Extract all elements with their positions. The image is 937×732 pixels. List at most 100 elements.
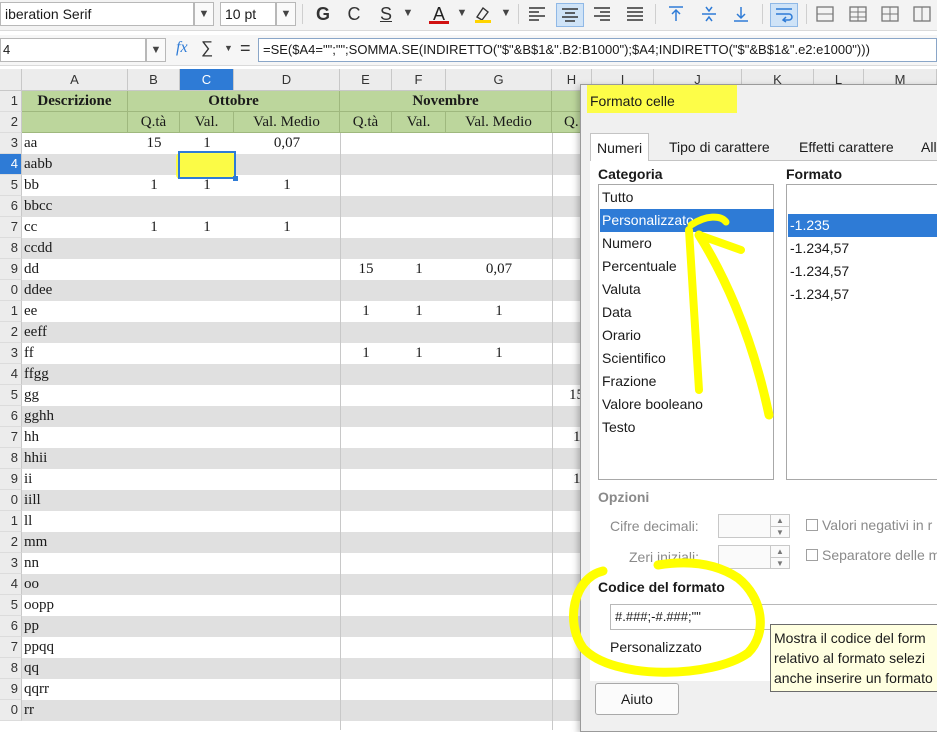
cell-c5[interactable]: 1	[180, 175, 234, 196]
tab-allineamento[interactable]: All	[915, 133, 937, 161]
row-header[interactable]: 1	[0, 301, 22, 322]
separatore-checkbox[interactable]	[806, 549, 818, 561]
font-color-dropdown[interactable]: ▼	[452, 2, 472, 26]
select-all-corner[interactable]	[0, 69, 22, 91]
format-item[interactable]: -1.235	[788, 214, 937, 237]
tab-tipo-carattere[interactable]: Tipo di carattere	[663, 133, 776, 161]
row-header[interactable]: 9	[0, 679, 22, 700]
row-header[interactable]: 7	[0, 637, 22, 658]
row-header[interactable]: 3	[0, 553, 22, 574]
sum-dropdown[interactable]: ▼	[224, 43, 233, 53]
row-header[interactable]: 8	[0, 448, 22, 469]
font-name-combo[interactable]: iberation Serif	[0, 2, 194, 26]
cell-f13[interactable]: 1	[392, 343, 446, 364]
column-header-e[interactable]: E	[340, 69, 392, 91]
align-middle-icon[interactable]	[699, 5, 719, 23]
name-box[interactable]: 4	[0, 38, 146, 62]
cell-description[interactable]: bb	[24, 175, 39, 196]
row-header[interactable]: 6	[0, 406, 22, 427]
name-box-dropdown[interactable]: ▼	[146, 38, 166, 62]
cell-description[interactable]: qqrr	[24, 679, 49, 700]
row-header[interactable]: 7	[0, 427, 22, 448]
row-header[interactable]: 7	[0, 217, 22, 238]
cell-e9[interactable]: 15	[340, 259, 392, 280]
header-qta-novembre[interactable]: Q.tà	[340, 112, 392, 133]
cell-description[interactable]: gg	[24, 385, 39, 406]
format-item[interactable]: -1.234,57	[788, 260, 937, 283]
font-name-dropdown[interactable]: ▼	[194, 2, 214, 26]
row-header[interactable]: 2	[0, 322, 22, 343]
cell-description[interactable]: qq	[24, 658, 39, 679]
cell-description[interactable]: ffgg	[24, 364, 49, 385]
header-ottobre[interactable]: Ottobre	[128, 91, 340, 112]
column-header-d[interactable]: D	[234, 69, 340, 91]
cell-description[interactable]: ii	[24, 469, 32, 490]
italic-button[interactable]: C	[342, 3, 366, 25]
cell-g11[interactable]: 1	[446, 301, 552, 322]
cell-description[interactable]: bbcc	[24, 196, 52, 217]
table-icon[interactable]	[848, 5, 868, 23]
cell-description[interactable]: hh	[24, 427, 39, 448]
help-button[interactable]: Aiuto	[595, 683, 679, 715]
row-header[interactable]: 8	[0, 238, 22, 259]
row-header[interactable]: 4	[0, 154, 22, 175]
bold-button[interactable]: G	[311, 3, 335, 25]
row-header[interactable]: 0	[0, 490, 22, 511]
tab-effetti-carattere[interactable]: Effetti carattere	[793, 133, 900, 161]
cell-description[interactable]: pp	[24, 616, 39, 637]
category-item[interactable]: Tutto	[600, 186, 774, 209]
row-header[interactable]: 5	[0, 385, 22, 406]
row-header[interactable]: 6	[0, 196, 22, 217]
cell-description[interactable]: eeff	[24, 322, 47, 343]
font-size-combo[interactable]: 10 pt	[220, 2, 276, 26]
formula-input[interactable]: =SE($A4="";"";SOMMA.SE(INDIRETTO("$"&B$1…	[258, 38, 937, 62]
spin-up-icon[interactable]: ▲	[770, 515, 789, 526]
cell-b5[interactable]: 1	[128, 175, 180, 196]
justify-icon[interactable]	[625, 5, 645, 23]
wrap-text-button[interactable]	[770, 3, 798, 27]
cell-c7[interactable]: 1	[180, 217, 234, 238]
cell-description[interactable]: mm	[24, 532, 47, 553]
column-header-g[interactable]: G	[446, 69, 552, 91]
row-header[interactable]: 6	[0, 616, 22, 637]
cell-description[interactable]: aabb	[24, 154, 52, 175]
row-header[interactable]: 1	[0, 91, 22, 112]
cell-description[interactable]: dd	[24, 259, 39, 280]
row-header[interactable]: 2	[0, 112, 22, 133]
cell-description[interactable]: ppqq	[24, 637, 54, 658]
row-header[interactable]: 9	[0, 259, 22, 280]
cell-description[interactable]: gghh	[24, 406, 54, 427]
row-header[interactable]: 0	[0, 700, 22, 721]
cell-description[interactable]: ll	[24, 511, 32, 532]
merge-cells-icon[interactable]	[815, 5, 835, 23]
function-wizard-button[interactable]: fx	[176, 39, 188, 57]
highlight-icon[interactable]	[473, 5, 493, 23]
cell-d7[interactable]: 1	[234, 217, 340, 238]
cell-b7[interactable]: 1	[128, 217, 180, 238]
cell-description[interactable]: rr	[24, 700, 34, 721]
header-val-ottobre[interactable]: Val.	[180, 112, 234, 133]
borders-icon[interactable]	[880, 5, 900, 23]
row-header[interactable]: 8	[0, 658, 22, 679]
row-header[interactable]: 5	[0, 595, 22, 616]
cell-f9[interactable]: 1	[392, 259, 446, 280]
valori-negativi-checkbox[interactable]	[806, 519, 818, 531]
cell-d3[interactable]: 0,07	[234, 133, 340, 154]
cell-d5[interactable]: 1	[234, 175, 340, 196]
align-bottom-icon[interactable]	[731, 5, 751, 23]
font-color-button[interactable]: A	[427, 3, 451, 25]
header-descrizione-row2[interactable]	[22, 112, 128, 133]
tab-numeri[interactable]: Numeri	[590, 133, 650, 161]
formula-equals-button[interactable]: =	[240, 38, 251, 59]
cell-g13[interactable]: 1	[446, 343, 552, 364]
font-size-dropdown[interactable]: ▼	[276, 2, 296, 26]
row-header[interactable]: 0	[0, 280, 22, 301]
row-header[interactable]: 2	[0, 532, 22, 553]
cell-description[interactable]: iill	[24, 490, 41, 511]
row-header[interactable]: 1	[0, 511, 22, 532]
row-header[interactable]: 5	[0, 175, 22, 196]
cell-description[interactable]: aa	[24, 133, 37, 154]
split-cells-icon[interactable]	[912, 5, 932, 23]
align-center-button[interactable]	[556, 3, 584, 27]
row-header[interactable]: 3	[0, 343, 22, 364]
